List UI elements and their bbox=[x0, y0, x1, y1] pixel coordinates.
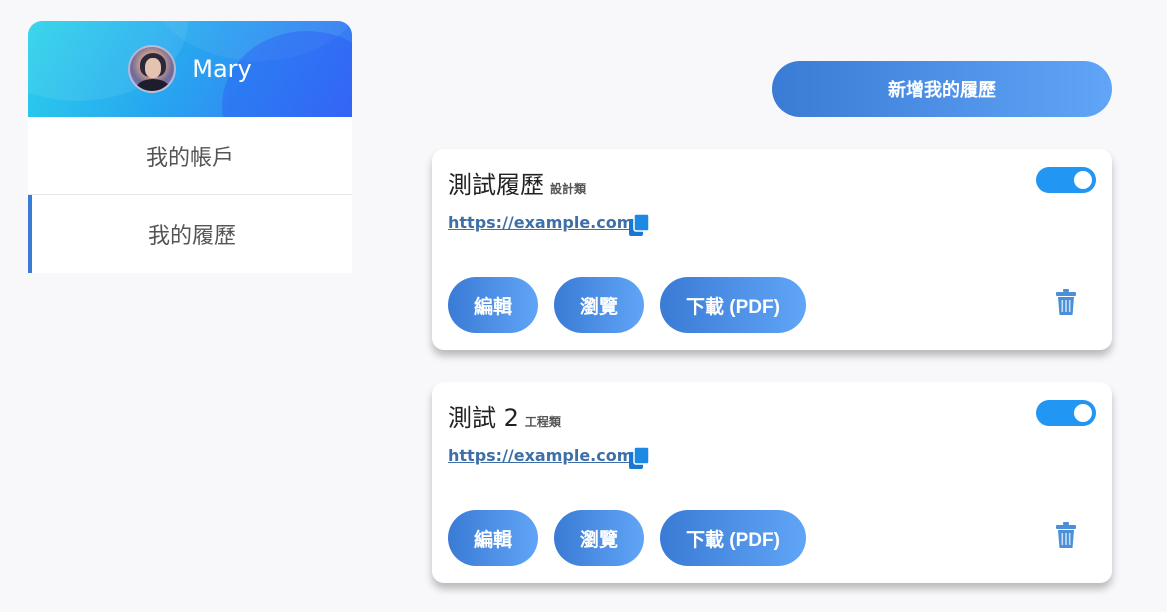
card-title-row: 測試 2 工程類 bbox=[448, 398, 561, 433]
add-resume-button[interactable]: 新增我的履歷 bbox=[772, 61, 1112, 117]
sidebar-item-my-resume[interactable]: 我的履歷 bbox=[28, 195, 352, 273]
sidebar-item-my-account[interactable]: 我的帳戶 bbox=[28, 117, 352, 195]
card-title-row: 測試履歷 設計類 bbox=[448, 165, 586, 200]
resume-title: 測試 2 bbox=[448, 404, 519, 432]
view-button[interactable]: 瀏覽 bbox=[554, 510, 644, 566]
resume-category: 工程類 bbox=[524, 415, 561, 429]
toggle-knob bbox=[1074, 404, 1092, 422]
resume-category: 設計類 bbox=[550, 182, 587, 196]
trash-icon[interactable] bbox=[1056, 522, 1076, 548]
resume-url-link[interactable]: https://example.com bbox=[448, 446, 633, 465]
resume-card: 測試履歷 設計類 https://example.com 編輯 瀏覽 下載 (P… bbox=[432, 149, 1112, 350]
resume-url-link[interactable]: https://example.com bbox=[448, 213, 633, 232]
trash-icon[interactable] bbox=[1056, 289, 1076, 315]
download-pdf-button[interactable]: 下載 (PDF) bbox=[660, 510, 806, 566]
avatar-face bbox=[145, 58, 162, 78]
sidebar-item-label: 我的履歷 bbox=[147, 224, 236, 249]
copy-icon[interactable] bbox=[628, 446, 650, 470]
visibility-toggle[interactable] bbox=[1036, 167, 1096, 193]
profile-name: Mary bbox=[192, 55, 252, 83]
card-actions: 編輯 瀏覽 下載 (PDF) bbox=[448, 277, 806, 333]
card-actions: 編輯 瀏覽 下載 (PDF) bbox=[448, 510, 806, 566]
profile-header: Mary bbox=[28, 21, 352, 117]
toggle-knob bbox=[1074, 171, 1092, 189]
edit-button[interactable]: 編輯 bbox=[448, 277, 538, 333]
sidebar: Mary 我的帳戶 我的履歷 bbox=[28, 21, 352, 273]
copy-icon[interactable] bbox=[628, 213, 650, 237]
edit-button[interactable]: 編輯 bbox=[448, 510, 538, 566]
avatar[interactable] bbox=[128, 45, 177, 93]
resume-card: 測試 2 工程類 https://example.com 編輯 瀏覽 下載 (P… bbox=[432, 382, 1112, 583]
download-pdf-button[interactable]: 下載 (PDF) bbox=[660, 277, 806, 333]
sidebar-item-label: 我的帳戶 bbox=[145, 145, 234, 171]
resume-title: 測試履歷 bbox=[448, 171, 544, 199]
view-button[interactable]: 瀏覽 bbox=[554, 277, 644, 333]
visibility-toggle[interactable] bbox=[1036, 400, 1096, 426]
avatar-shoulders bbox=[136, 79, 171, 91]
